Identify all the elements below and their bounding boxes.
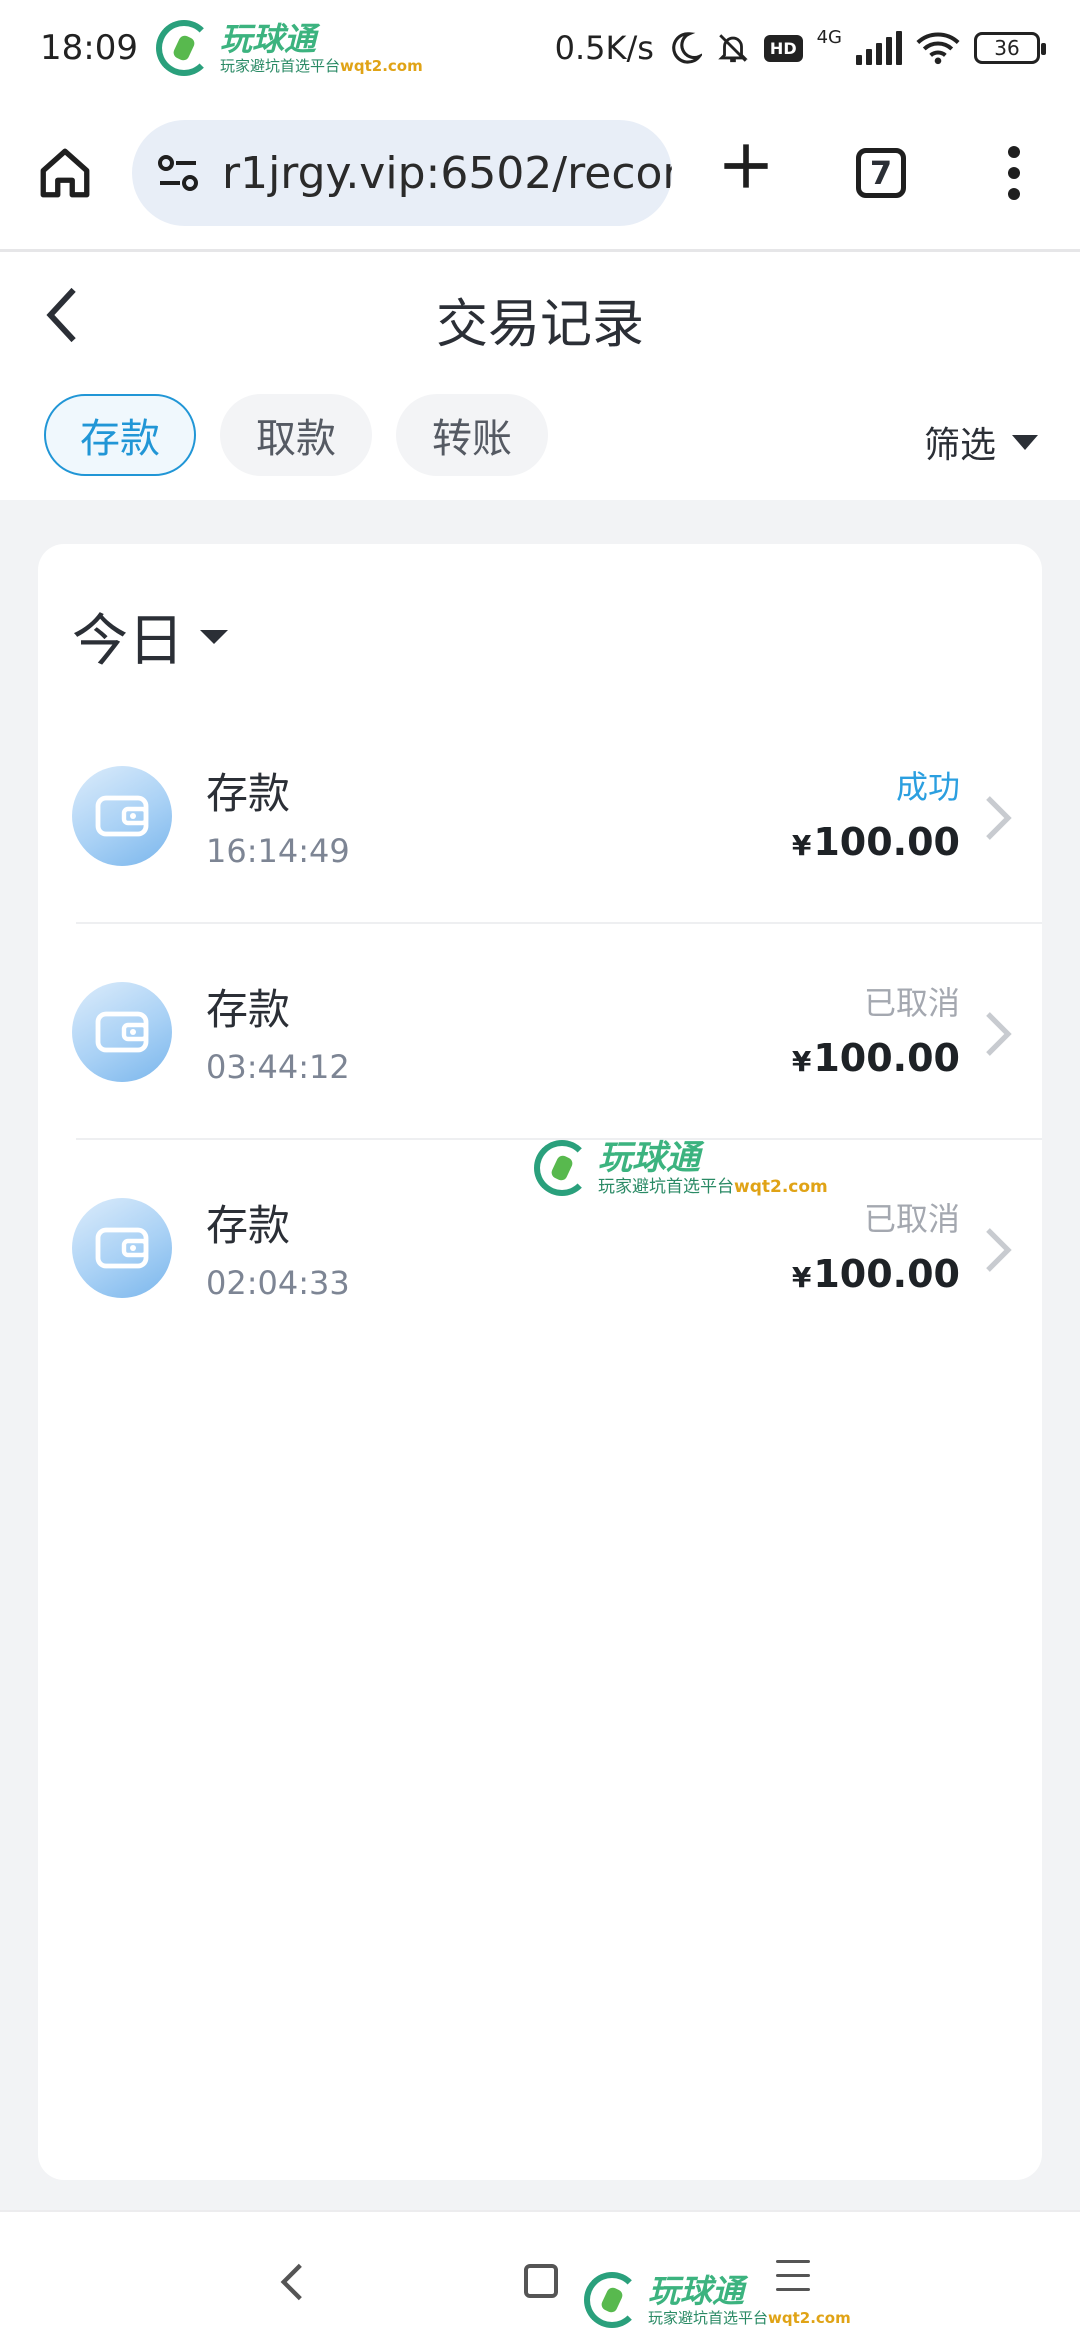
watermark-logo-top: 玩球通 玩家避坑首选平台wqt2.com — [155, 19, 423, 76]
record-type: 存款 — [206, 769, 291, 818]
watermark-subtitle: 玩家避坑首选平台wqt2.com — [648, 2308, 851, 2327]
browser-toolbar: r1jrgy.vip:6502/record 7 — [0, 96, 1080, 252]
wifi-icon — [916, 32, 960, 65]
date-range-label: 今日 — [72, 609, 184, 674]
watermark-title: 玩球通 — [598, 1137, 700, 1178]
site-settings-icon[interactable] — [154, 149, 202, 197]
record-row[interactable]: 存款 16:14:49 成功 ¥100.00 — [38, 708, 1042, 924]
chevron-right-icon — [986, 1012, 1012, 1056]
tab-deposit[interactable]: 存款 — [44, 394, 196, 476]
record-amount: ¥100.00 — [791, 820, 960, 864]
tab-withdraw[interactable]: 取款 — [220, 394, 372, 476]
wallet-icon — [72, 982, 172, 1082]
record-row[interactable]: 存款 03:44:12 已取消 ¥100.00 — [38, 924, 1042, 1140]
nav-home-icon[interactable] — [524, 2264, 558, 2298]
status-bar: 18:09 玩球通 玩家避坑首选平台wqt2.com 0.5K/s HD 4G … — [0, 0, 1080, 96]
watermark-logo-icon — [584, 2272, 640, 2328]
date-range-dropdown[interactable]: 今日 — [72, 596, 228, 677]
caret-down-icon — [200, 629, 228, 644]
watermark-logo-icon — [534, 1140, 590, 1196]
watermark-subtitle: 玩家避坑首选平台wqt2.com — [598, 1176, 828, 1197]
record-amount: ¥100.00 — [791, 1252, 960, 1296]
filter-button[interactable]: 筛选 — [924, 416, 1038, 468]
url-text: r1jrgy.vip:6502/record — [222, 147, 672, 199]
watermark-title: 玩球通 — [648, 2271, 745, 2310]
battery-icon: 36 — [974, 32, 1046, 64]
record-time: 03:44:12 — [206, 1048, 350, 1086]
hd-icon: HD — [763, 34, 803, 62]
watermark-title: 玩球通 — [219, 19, 316, 58]
record-time: 02:04:33 — [206, 1264, 350, 1302]
wallet-icon — [72, 1198, 172, 1298]
bell-off-icon — [718, 34, 748, 63]
caret-down-icon — [1012, 434, 1038, 450]
record-status: 成功 — [895, 768, 960, 806]
nav-back-icon[interactable] — [280, 2262, 304, 2302]
wallet-icon — [72, 766, 172, 866]
home-icon[interactable] — [36, 144, 94, 202]
record-type: 存款 — [206, 1201, 291, 1250]
tabs-icon[interactable]: 7 — [856, 148, 906, 198]
watermark-subtitle: 玩家避坑首选平台wqt2.com — [219, 56, 423, 75]
network-speed: 0.5K/s — [554, 29, 654, 67]
record-time: 16:14:49 — [206, 832, 350, 870]
filter-label: 筛选 — [923, 425, 996, 466]
chevron-right-icon — [986, 796, 1012, 840]
watermark-logo-middle: 玩球通 玩家避坑首选平台wqt2.com — [534, 1140, 828, 1196]
plus-icon[interactable] — [720, 140, 772, 192]
records-card: 今日 存款 16:14:49 成功 ¥100.00 存款 03:44:12 已取… — [38, 544, 1042, 2180]
record-status: 已取消 — [863, 984, 960, 1022]
watermark-logo-bottom: 玩球通 玩家避坑首选平台wqt2.com — [584, 2272, 851, 2328]
app-header: 交易记录 存款 取款 转账 筛选 — [0, 252, 1080, 500]
watermark-logo-icon — [155, 20, 212, 76]
address-bar[interactable]: r1jrgy.vip:6502/record — [132, 120, 672, 226]
signal-icon — [856, 31, 902, 65]
record-status: 已取消 — [863, 1200, 960, 1238]
status-right: 0.5K/s HD 4G 36 — [554, 27, 1046, 67]
status-time: 18:09 — [40, 28, 138, 68]
tab-transfer[interactable]: 转账 — [396, 394, 548, 476]
record-amount: ¥100.00 — [791, 1036, 960, 1080]
moon-icon — [672, 32, 702, 64]
record-type: 存款 — [206, 985, 291, 1034]
system-nav-bar: 玩球通 玩家避坑首选平台wqt2.com — [0, 2210, 1080, 2340]
more-vert-icon[interactable] — [1004, 146, 1024, 202]
page-title: 交易记录 — [435, 295, 644, 355]
record-type-tabs: 存款 取款 转账 — [44, 394, 548, 476]
network-type: 4G — [816, 27, 842, 48]
chevron-right-icon — [986, 1228, 1012, 1272]
